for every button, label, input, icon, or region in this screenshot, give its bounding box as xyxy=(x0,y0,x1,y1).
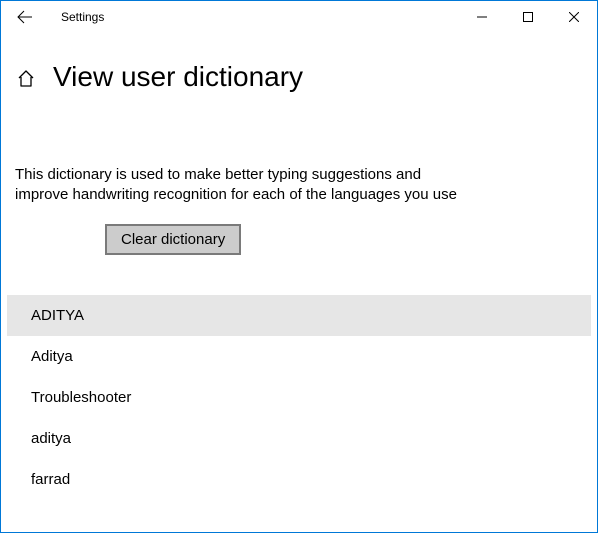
window-title: Settings xyxy=(61,10,104,24)
dictionary-word-list: ADITYA Aditya Troubleshooter aditya farr… xyxy=(1,295,597,500)
maximize-icon xyxy=(523,12,533,22)
list-item[interactable]: Troubleshooter xyxy=(7,377,591,418)
arrow-left-icon xyxy=(17,9,33,25)
word-text: aditya xyxy=(31,430,71,447)
maximize-button[interactable] xyxy=(505,1,551,33)
word-text: farrad xyxy=(31,471,70,488)
word-text: Troubleshooter xyxy=(31,389,131,406)
back-button[interactable] xyxy=(9,1,41,33)
minimize-icon xyxy=(477,12,487,22)
minimize-button[interactable] xyxy=(459,1,505,33)
list-item[interactable]: farrad xyxy=(7,459,591,500)
home-icon xyxy=(16,69,36,89)
word-text: ADITYA xyxy=(31,307,84,324)
word-text: Aditya xyxy=(31,348,73,365)
titlebar: Settings xyxy=(1,1,597,33)
window-controls xyxy=(459,1,597,33)
close-icon xyxy=(569,12,579,22)
clear-button-container: Clear dictionary xyxy=(1,206,597,255)
list-item[interactable]: ADITYA xyxy=(7,295,591,336)
close-button[interactable] xyxy=(551,1,597,33)
page-description: This dictionary is used to make better t… xyxy=(1,93,481,206)
page-header: View user dictionary xyxy=(1,33,597,93)
home-button[interactable] xyxy=(15,68,37,90)
list-item[interactable]: Aditya xyxy=(7,336,591,377)
clear-dictionary-button[interactable]: Clear dictionary xyxy=(105,224,241,255)
list-item[interactable]: aditya xyxy=(7,418,591,459)
page-title: View user dictionary xyxy=(53,61,303,93)
